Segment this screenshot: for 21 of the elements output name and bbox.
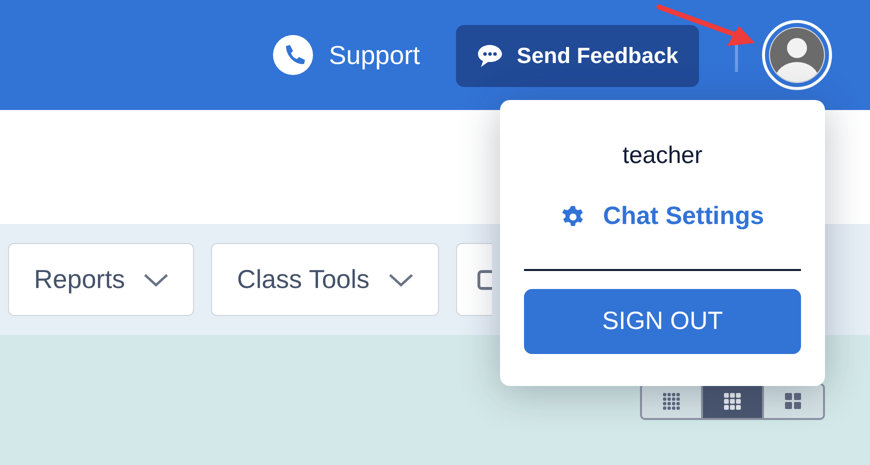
phone-icon: [272, 35, 313, 75]
grid-icon: [724, 392, 742, 410]
chat-settings-link[interactable]: Chat Settings: [560, 202, 764, 231]
sign-out-button[interactable]: SIGN OUT: [524, 289, 801, 354]
username: teacher: [622, 142, 703, 170]
view-size-button[interactable]: [642, 385, 701, 418]
chat-bubble-icon: [476, 44, 503, 68]
menu-dropdown[interactable]: [456, 243, 492, 316]
avatar-button[interactable]: [762, 20, 832, 90]
support-link[interactable]: Support: [272, 35, 420, 75]
send-feedback-button[interactable]: Send Feedback: [456, 25, 699, 87]
menu-dropdown[interactable]: Reports: [8, 243, 194, 316]
view-size-button[interactable]: [762, 385, 823, 418]
grid-icon: [784, 392, 802, 410]
gear-icon: [560, 204, 585, 228]
chevron-down-icon: [143, 272, 170, 286]
user-avatar-icon: [768, 26, 826, 84]
menu-dropdown[interactable]: Class Tools: [211, 243, 439, 316]
chevron-down-icon: [388, 272, 414, 286]
grid-icon: [662, 392, 680, 410]
view-size-button[interactable]: [701, 385, 762, 418]
